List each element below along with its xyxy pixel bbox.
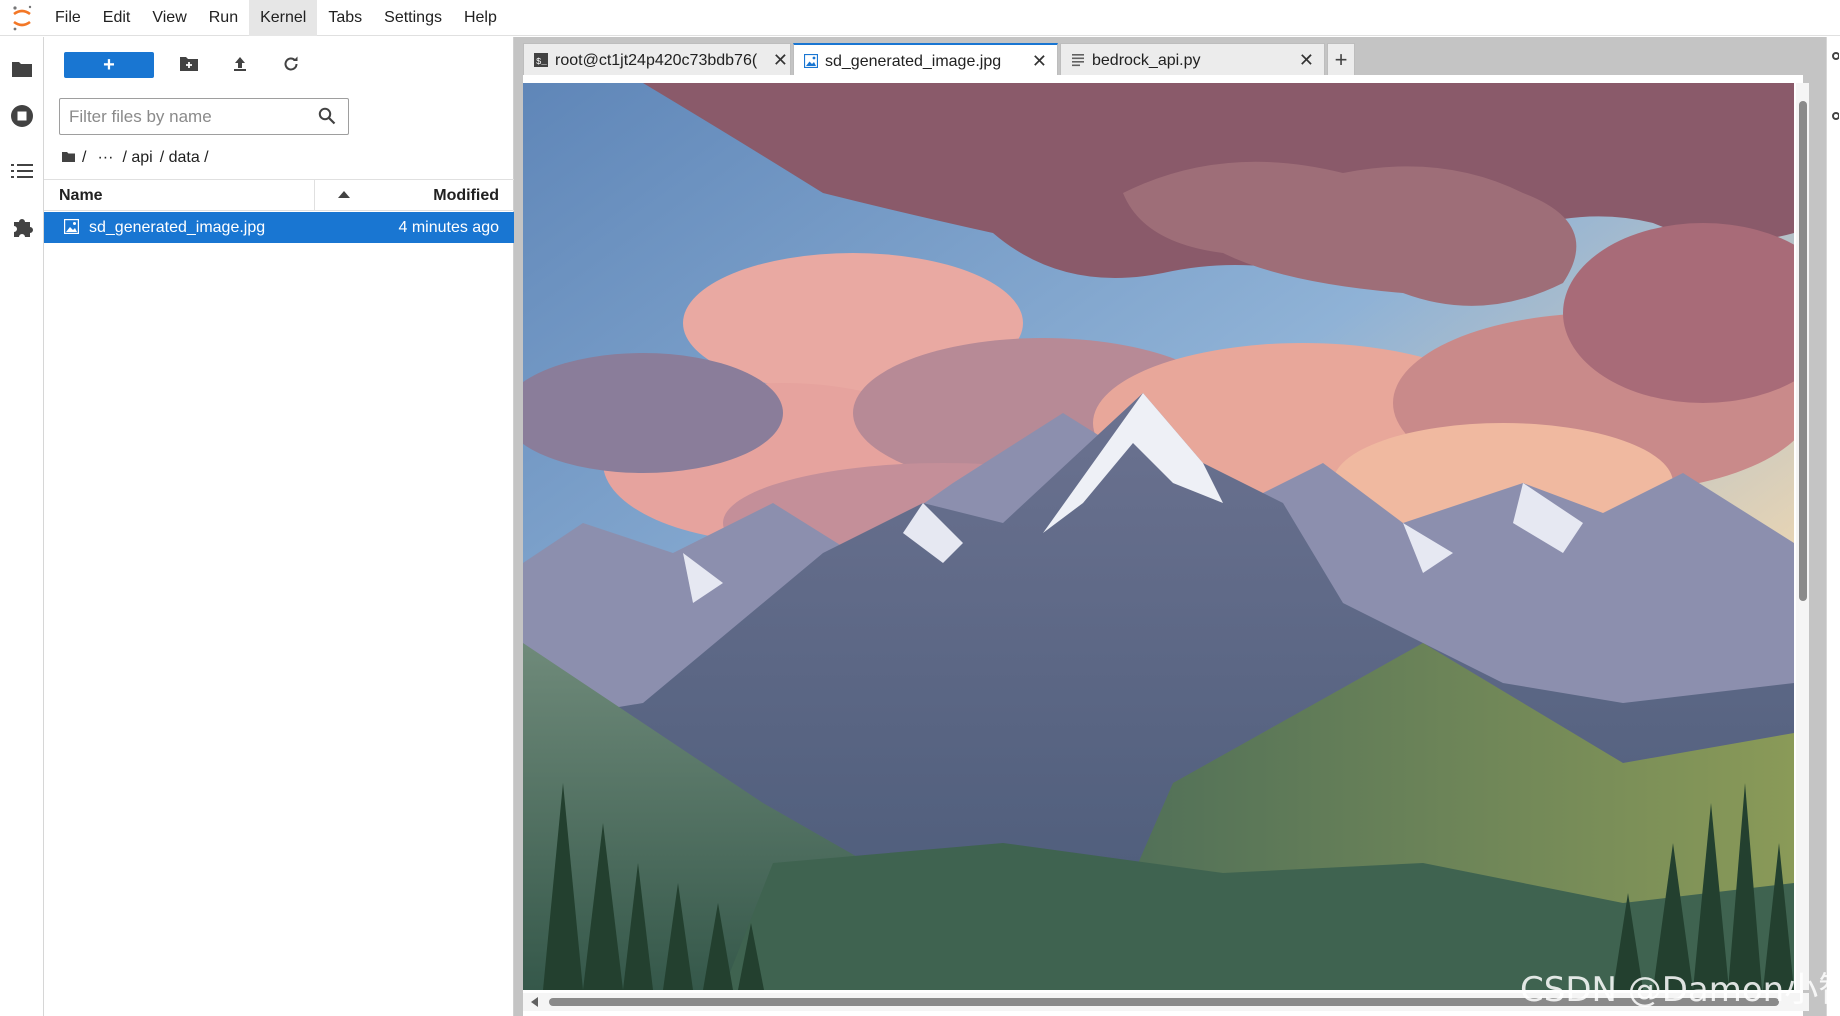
filter-files-input[interactable] [69, 105, 309, 129]
folder-icon[interactable] [10, 57, 34, 81]
tab-label: sd_generated_image.jpg [825, 53, 1002, 70]
new-launcher-button[interactable]: + [64, 52, 154, 78]
tab-sd-generated-image[interactable]: sd_generated_image.jpg ✕ [793, 43, 1058, 76]
refresh-icon[interactable] [280, 53, 302, 75]
terminal-icon: $_ [534, 53, 548, 72]
menu-file[interactable]: File [44, 0, 92, 36]
new-folder-icon[interactable] [178, 53, 200, 75]
menu-run[interactable]: Run [198, 0, 249, 36]
svg-text:$_: $_ [536, 57, 547, 67]
jupyter-logo-icon[interactable] [0, 0, 44, 36]
jupyterlab-app: File Edit View Run Kernel Tabs Settings … [0, 0, 1840, 1016]
vertical-scrollbar[interactable] [1796, 83, 1809, 990]
tab-bar: $_ root@ct1jt24p420c73bdb76( ✕ sd_genera… [523, 43, 1355, 76]
left-activity-bar [0, 37, 44, 1016]
plus-icon: + [103, 53, 115, 76]
image-viewer-panel [523, 75, 1809, 1016]
menu-view[interactable]: View [141, 0, 197, 36]
menu-bar: File Edit View Run Kernel Tabs Settings … [0, 0, 1840, 36]
scroll-left-arrow-icon[interactable] [531, 997, 538, 1007]
tab-label: root@ct1jt24p420c73bdb76( [555, 52, 758, 69]
text-file-icon [1071, 53, 1085, 72]
column-header-name[interactable]: Name [59, 187, 103, 205]
breadcrumb-data[interactable]: / data / [160, 149, 209, 167]
table-of-contents-icon[interactable] [10, 159, 34, 183]
breadcrumb: / ··· / api / data / [62, 147, 216, 169]
breadcrumb-root[interactable]: / [82, 149, 86, 167]
menu-kernel[interactable]: Kernel [249, 0, 318, 36]
upload-icon[interactable] [229, 53, 251, 75]
file-browser-panel: + / ··· / api / data / [44, 37, 514, 1016]
main-dock-area: $_ root@ct1jt24p420c73bdb76( ✕ sd_genera… [514, 37, 1840, 1016]
tab-label: bedrock_api.py [1092, 52, 1201, 69]
sort-ascending-icon [338, 191, 350, 198]
menu-tabs[interactable]: Tabs [317, 0, 373, 36]
file-list-header: Name Modified [44, 179, 514, 211]
filter-files-field[interactable] [59, 98, 349, 135]
breadcrumb-api[interactable]: / api [122, 149, 152, 167]
file-modified: 4 minutes ago [398, 219, 499, 236]
image-file-icon [63, 218, 80, 239]
file-list-item[interactable]: sd_generated_image.jpg 4 minutes ago [44, 212, 514, 243]
column-header-modified[interactable]: Modified [433, 187, 499, 205]
breadcrumb-ellipsis[interactable]: ··· [97, 149, 113, 167]
right-sidebar [1826, 37, 1840, 1016]
add-tab-button[interactable]: + [1327, 43, 1355, 75]
close-icon[interactable]: ✕ [1299, 50, 1314, 71]
close-icon[interactable]: ✕ [1032, 51, 1047, 72]
image-file-icon [803, 53, 819, 73]
tab-bedrock-api[interactable]: bedrock_api.py ✕ [1060, 43, 1325, 75]
close-icon[interactable]: ✕ [773, 50, 788, 71]
vertical-scrollbar-thumb[interactable] [1799, 101, 1807, 601]
search-icon [318, 107, 336, 130]
tab-terminal[interactable]: $_ root@ct1jt24p420c73bdb76( ✕ [523, 43, 791, 75]
generated-mountain-image [523, 83, 1794, 990]
watermark: CSDN @Damon小智 [1520, 970, 1840, 1010]
running-stop-icon[interactable] [10, 104, 34, 128]
menu-edit[interactable]: Edit [92, 0, 142, 36]
file-name: sd_generated_image.jpg [89, 219, 266, 236]
breadcrumb-home-folder-icon[interactable] [62, 149, 75, 167]
menu-settings[interactable]: Settings [373, 0, 453, 36]
file-browser-toolbar: + [44, 37, 514, 91]
extension-puzzle-icon[interactable] [10, 215, 34, 239]
menu-help[interactable]: Help [453, 0, 508, 36]
column-divider[interactable] [314, 180, 315, 211]
